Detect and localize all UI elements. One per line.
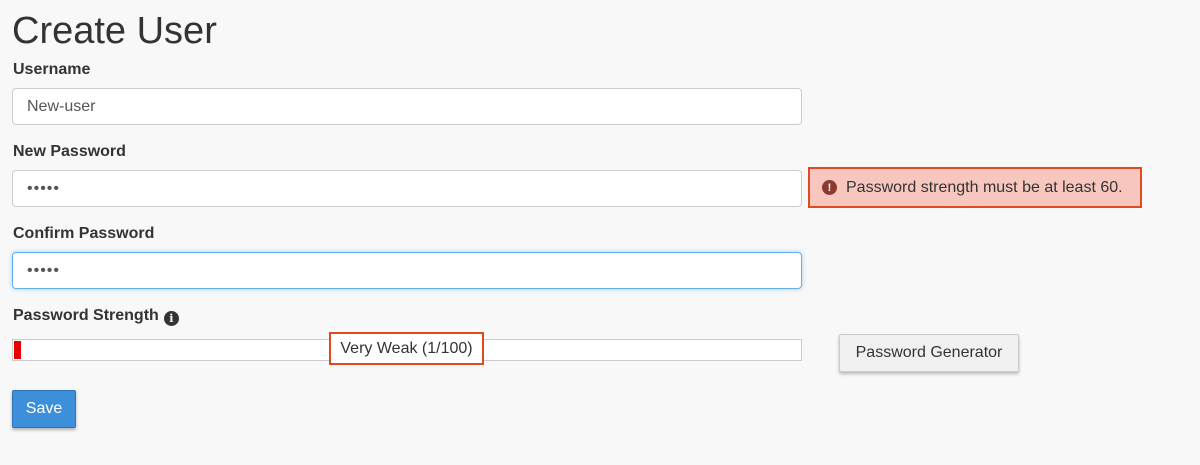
password-strength-text: Very Weak (1/100): [329, 332, 484, 365]
new-password-label: New Password: [13, 143, 126, 160]
password-strength-label: Password Strength i: [13, 307, 179, 326]
confirm-password-label: Confirm Password: [13, 225, 155, 242]
page-title: Create User: [12, 10, 217, 52]
error-message: Password strength must be at least 60.: [846, 178, 1123, 196]
save-button[interactable]: Save: [12, 390, 76, 428]
new-password-input[interactable]: [12, 170, 802, 207]
exclamation-circle-icon: !: [822, 180, 837, 195]
password-strength-label-text: Password Strength: [13, 307, 159, 324]
password-generator-button[interactable]: Password Generator: [839, 334, 1019, 372]
confirm-password-input[interactable]: [12, 252, 802, 289]
username-input[interactable]: [12, 88, 802, 125]
password-strength-error: ! Password strength must be at least 60.: [808, 167, 1142, 208]
password-strength-fill: [14, 341, 21, 359]
username-label: Username: [13, 61, 91, 78]
info-circle-icon[interactable]: i: [163, 311, 179, 326]
